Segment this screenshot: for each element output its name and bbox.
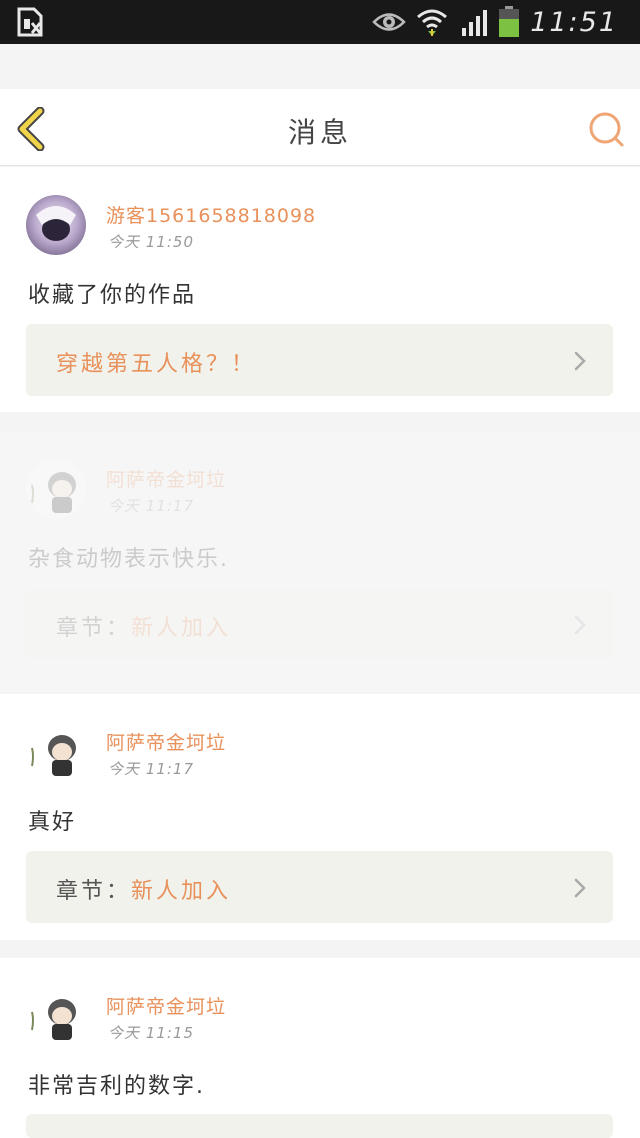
wifi-icon [417, 9, 448, 36]
avatar[interactable] [26, 722, 86, 782]
status-time: 11:51 [530, 6, 618, 38]
work-link-text: 穿越第五人格？！ [56, 346, 256, 378]
app-header: 消息 [0, 89, 640, 166]
message-text: 收藏了你的作品 [28, 283, 197, 308]
message-card: 阿萨帝金坷垃 今天 11:15 非常吉利的数字. [0, 958, 640, 1138]
status-bar: 11:51 [0, 0, 640, 44]
timestamp: 今天 11:15 [108, 1024, 194, 1042]
work-link[interactable]: 穿越第五人格？！ [26, 324, 613, 396]
username[interactable]: 阿萨帝金坷垃 [106, 992, 226, 1019]
top-spacer [0, 44, 640, 89]
avatar-image [26, 722, 86, 782]
message-text: 非常吉利的数字. [28, 1074, 205, 1099]
battery-icon [499, 6, 520, 37]
search-icon[interactable] [586, 109, 626, 149]
message-card: 游客1561658818098 今天 11:50 收藏了你的作品 穿越第五人格？… [0, 167, 640, 412]
chapter-link[interactable] [26, 1114, 613, 1138]
avatar[interactable] [26, 986, 86, 1046]
chapter-link-text: 章节：新人加入 [56, 873, 231, 905]
chevron-right-icon [574, 878, 586, 898]
message-text: 真好 [28, 810, 77, 835]
sim-card-icon [17, 7, 43, 37]
username[interactable]: 阿萨帝金坷垃 [106, 728, 226, 755]
chevron-right-icon [574, 351, 586, 371]
chapter-title: 新人加入 [131, 879, 232, 904]
chapter-prefix: 章节： [56, 879, 132, 904]
chapter-link[interactable]: 章节：新人加入 [26, 851, 613, 923]
chevron-right-icon [574, 615, 586, 635]
avatar-image [26, 459, 86, 519]
chapter-prefix: 章节： [56, 616, 132, 641]
eye-icon [372, 13, 406, 31]
username[interactable]: 游客1561658818098 [106, 201, 316, 228]
signal-icon [462, 10, 488, 36]
message-card: 阿萨帝金坷垃 今天 11:17 杂食动物表示快乐. 章节：新人加入 [0, 431, 640, 693]
avatar[interactable] [26, 459, 86, 519]
avatar-image [26, 195, 86, 255]
timestamp: 今天 11:17 [108, 760, 194, 778]
timestamp: 今天 11:17 [108, 497, 194, 515]
chapter-link[interactable]: 章节：新人加入 [26, 588, 613, 660]
page-title: 消息 [287, 116, 352, 149]
chapter-link-text: 章节：新人加入 [56, 610, 231, 642]
work-title: 穿越第五人格？！ [56, 352, 257, 377]
message-card: 阿萨帝金坷垃 今天 11:17 真好 章节：新人加入 [0, 694, 640, 940]
chapter-title: 新人加入 [131, 616, 232, 641]
message-text: 杂食动物表示快乐. [28, 547, 229, 572]
timestamp: 今天 11:50 [108, 233, 194, 251]
avatar[interactable] [26, 195, 86, 255]
username[interactable]: 阿萨帝金坷垃 [106, 465, 226, 492]
avatar-image [26, 986, 86, 1046]
